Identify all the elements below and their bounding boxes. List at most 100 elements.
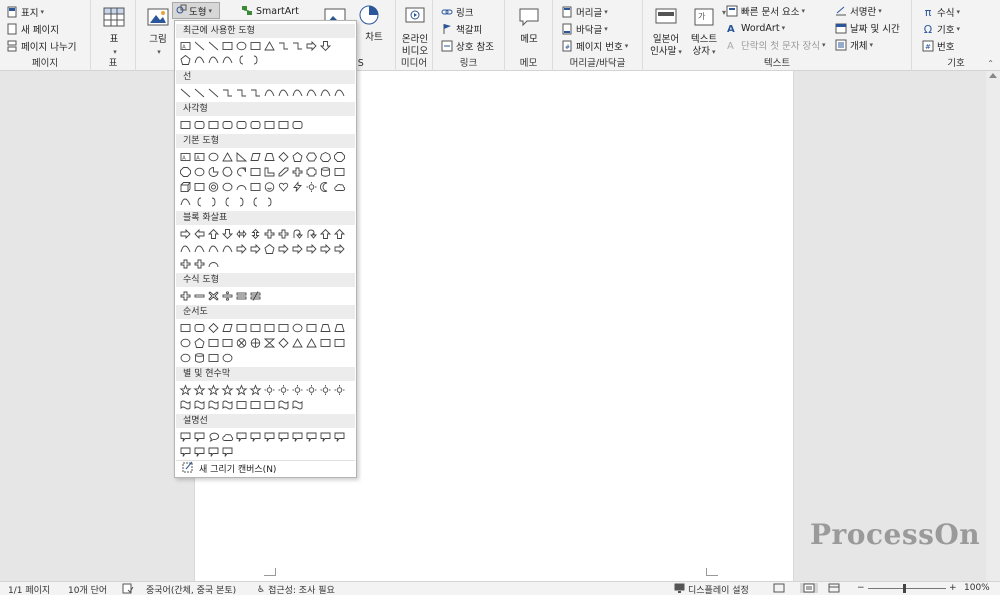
shape-heart-icon[interactable] — [276, 181, 290, 193]
shape-rect-icon[interactable] — [262, 322, 276, 334]
shape-ln-icon[interactable] — [192, 87, 206, 99]
shape-rect-icon[interactable] — [220, 337, 234, 349]
shape-rect-icon[interactable] — [304, 322, 318, 334]
shape-oct-icon[interactable] — [332, 151, 346, 163]
accessibility-status[interactable]: ♿ 접근성: 조사 필요 — [257, 583, 335, 595]
shape-rarr-icon[interactable] — [304, 40, 318, 52]
shape-elb-icon[interactable] — [234, 87, 248, 99]
shape-equal-icon[interactable] — [234, 290, 248, 302]
shape-arc-icon[interactable] — [234, 181, 248, 193]
shape-smile-icon[interactable] — [262, 181, 276, 193]
shape-rect-icon[interactable] — [318, 337, 332, 349]
shape-can-icon[interactable] — [318, 166, 332, 178]
shape-noteq-icon[interactable] — [248, 290, 262, 302]
shape-pent-icon[interactable] — [192, 337, 206, 349]
shape-rect-icon[interactable] — [248, 40, 262, 52]
link-button[interactable]: 링크 — [441, 4, 473, 20]
shape-moon-icon[interactable] — [318, 181, 332, 193]
shape-tear-icon[interactable] — [234, 166, 248, 178]
shape-curve-icon[interactable] — [304, 87, 318, 99]
shape-trap-icon[interactable] — [318, 322, 332, 334]
shape-oval-icon[interactable] — [234, 40, 248, 52]
shape-sun-icon[interactable] — [276, 384, 290, 396]
shape-rect-icon[interactable] — [276, 119, 290, 131]
shape-star-icon[interactable] — [206, 384, 220, 396]
shape-ln-icon[interactable] — [206, 40, 220, 52]
shape-wave-icon[interactable] — [206, 399, 220, 411]
dropcap-button[interactable]: A 단락의 첫 문자 장식 ▾ — [726, 37, 826, 53]
header-button[interactable]: 머리글 ▾ — [561, 4, 608, 20]
smartart-button[interactable]: SmartArt — [241, 3, 299, 19]
shape-sun-icon[interactable] — [262, 384, 276, 396]
shape-rect-icon[interactable] — [178, 322, 192, 334]
shape-diag-icon[interactable] — [276, 166, 290, 178]
shape-rect-icon[interactable] — [262, 119, 276, 131]
shape-sun-icon[interactable] — [318, 384, 332, 396]
shape-elb-icon[interactable] — [290, 40, 304, 52]
collapse-ribbon-chevron-icon[interactable]: ⌃ — [987, 59, 994, 68]
online-video-button[interactable]: 온라인 비디오 — [399, 6, 431, 58]
shape-bolt-icon[interactable] — [290, 181, 304, 193]
shape-oval-icon[interactable] — [178, 352, 192, 364]
shape-wave-icon[interactable] — [220, 399, 234, 411]
shape-brl-icon[interactable] — [248, 196, 262, 208]
shape-rect-icon[interactable] — [248, 166, 262, 178]
shape-curve-icon[interactable] — [318, 87, 332, 99]
picture-button[interactable]: 그림 ▾ — [144, 6, 172, 58]
shape-rtri-icon[interactable] — [234, 151, 248, 163]
page-count[interactable]: 1/1 페이지 — [8, 583, 50, 595]
shape-rrect-icon[interactable] — [192, 322, 206, 334]
shape-can-icon[interactable] — [192, 352, 206, 364]
table-button[interactable]: 표 ▾ — [101, 6, 127, 58]
page-break-button[interactable]: 페이지 나누기 — [6, 38, 76, 54]
date-time-button[interactable]: 날짜 및 시간 — [835, 20, 900, 36]
shape-plus-icon[interactable] — [178, 290, 192, 302]
shape-rarr-icon[interactable] — [290, 243, 304, 255]
shape-brr-icon[interactable] — [206, 196, 220, 208]
shape-callr-icon[interactable] — [192, 431, 206, 443]
shape-oval-icon[interactable] — [220, 352, 234, 364]
shape-udarr-icon[interactable] — [248, 228, 262, 240]
shape-callr-icon[interactable] — [220, 446, 234, 458]
shape-tri-icon[interactable] — [304, 337, 318, 349]
shape-times-icon[interactable] — [206, 290, 220, 302]
shape-rect-icon[interactable] — [332, 166, 346, 178]
shape-curve-icon[interactable] — [332, 87, 346, 99]
shape-pent-icon[interactable] — [262, 243, 276, 255]
shape-wave-icon[interactable] — [192, 399, 206, 411]
shape-cross-icon[interactable] — [178, 258, 192, 270]
shape-callr-icon[interactable] — [318, 431, 332, 443]
equation-button[interactable]: π 수식 ▾ — [922, 4, 960, 20]
shape-sun-icon[interactable] — [304, 384, 318, 396]
shape-rect-icon[interactable] — [262, 399, 276, 411]
shape-brl-icon[interactable] — [192, 196, 206, 208]
shape-brl-icon[interactable] — [234, 54, 248, 66]
shape-brr-icon[interactable] — [262, 196, 276, 208]
object-button[interactable]: 개체 ▾ — [835, 37, 873, 53]
shape-rarr-icon[interactable] — [318, 243, 332, 255]
shape-rrect-icon[interactable] — [248, 119, 262, 131]
blank-page-button[interactable]: 새 페이지 — [6, 21, 59, 37]
shape-hept-icon[interactable] — [318, 151, 332, 163]
shape-elb-icon[interactable] — [248, 87, 262, 99]
shape-ln-icon[interactable] — [192, 40, 206, 52]
chart-button[interactable]: 차트 — [355, 4, 383, 44]
shape-chord-icon[interactable] — [220, 166, 234, 178]
shape-plaque-icon[interactable] — [304, 166, 318, 178]
symbol-button[interactable]: Ω 기호 ▾ — [922, 21, 960, 37]
shape-star-icon[interactable] — [192, 384, 206, 396]
shape-lrarr-icon[interactable] — [234, 228, 248, 240]
shape-rect-icon[interactable] — [206, 337, 220, 349]
shape-rect-icon[interactable] — [276, 322, 290, 334]
shape-para-icon[interactable] — [220, 322, 234, 334]
language-status[interactable]: 중국어(간체, 중국 본토) — [146, 583, 236, 595]
shape-cloud-icon[interactable] — [220, 431, 234, 443]
zoom-level[interactable]: 100% — [964, 583, 990, 593]
shape-curve-icon[interactable] — [220, 54, 234, 66]
shape-cloud-icon[interactable] — [332, 181, 346, 193]
shape-diam-icon[interactable] — [276, 151, 290, 163]
shape-tb-icon[interactable]: A — [192, 151, 206, 163]
zoom-in-button[interactable]: + — [949, 583, 957, 593]
shape-wave-icon[interactable] — [276, 399, 290, 411]
scroll-up-arrow-icon[interactable] — [989, 73, 997, 78]
